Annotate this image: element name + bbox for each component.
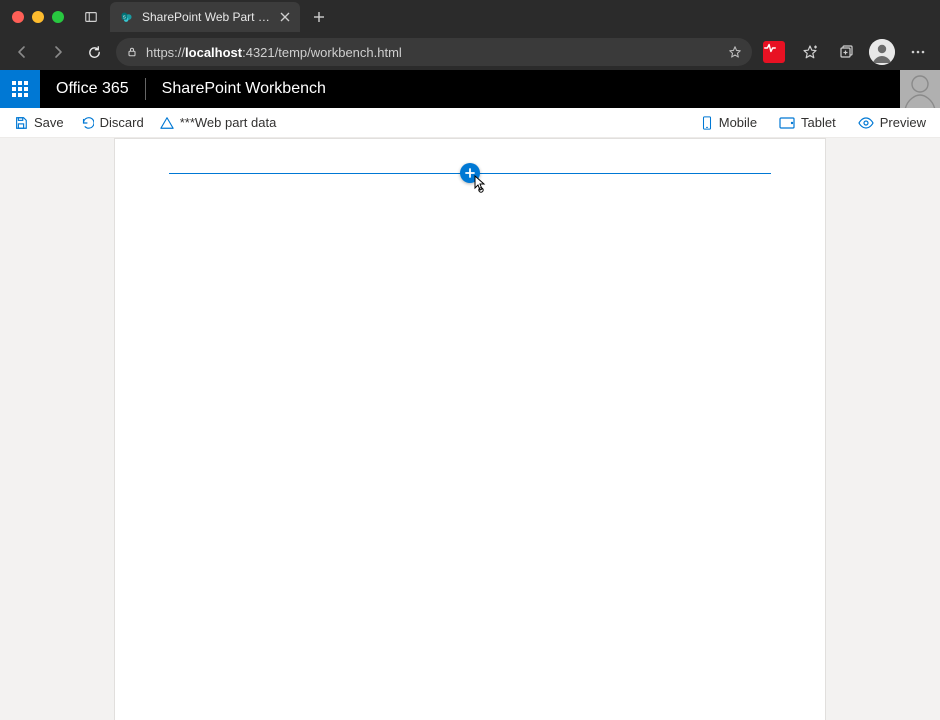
url-prefix: https:// [146,45,185,60]
preview-button[interactable]: Preview [854,113,930,132]
webpartdata-label: ***Web part data [180,115,277,130]
tab-actions-button[interactable] [78,4,104,30]
extension-button[interactable] [760,38,788,66]
user-tile[interactable] [900,70,940,108]
refresh-button[interactable] [80,38,108,66]
collections-button[interactable] [832,38,860,66]
favorite-button[interactable] [728,45,742,59]
brand-separator [145,78,146,100]
minimize-window-button[interactable] [32,11,44,23]
tablet-icon [779,116,795,130]
svg-text:S: S [123,14,126,19]
brand-secondary: SharePoint Workbench [162,80,326,98]
mobile-icon [701,116,713,130]
command-bar: Save Discard ***Web part data Mobile Tab… [0,108,940,138]
forward-button[interactable] [44,38,72,66]
url-host: localhost [185,45,242,60]
workbench-canvas [114,138,826,720]
url-text: https://localhost:4321/temp/workbench.ht… [146,45,402,60]
add-section-line [169,163,771,183]
back-button[interactable] [8,38,36,66]
mobile-label: Mobile [719,115,757,130]
waffle-icon [12,81,28,97]
save-label: Save [34,115,64,130]
pulse-icon [763,41,785,63]
discard-button[interactable]: Discard [76,113,148,132]
tab-strip: S SharePoint Web Part Workben [0,0,940,34]
window-controls [12,11,64,23]
preview-icon [858,116,874,130]
preview-label: Preview [880,115,926,130]
favorites-button[interactable] [796,38,824,66]
address-bar: https://localhost:4321/temp/workbench.ht… [0,34,940,70]
warning-icon [160,116,174,130]
webpartdata-button[interactable]: ***Web part data [156,113,281,132]
brand-area: Office 365 SharePoint Workbench [40,70,342,108]
browser-tab[interactable]: S SharePoint Web Part Workben [110,2,300,32]
avatar-icon [869,39,895,65]
tablet-label: Tablet [801,115,836,130]
more-button[interactable] [904,38,932,66]
app-launcher-button[interactable] [0,70,40,108]
undo-icon [80,116,94,130]
brand-primary: Office 365 [56,80,129,98]
save-button[interactable]: Save [10,113,68,132]
close-window-button[interactable] [12,11,24,23]
sharepoint-header: Office 365 SharePoint Workbench [0,70,940,108]
url-rest: :4321/temp/workbench.html [242,45,402,60]
profile-button[interactable] [868,38,896,66]
sharepoint-favicon-icon: S [120,10,134,24]
maximize-window-button[interactable] [52,11,64,23]
discard-label: Discard [100,115,144,130]
mouse-cursor-icon [472,175,488,193]
user-icon [903,70,937,108]
tab-title: SharePoint Web Part Workben [142,10,272,24]
save-icon [14,116,28,130]
lock-icon [126,46,138,58]
tab-close-button[interactable] [280,12,290,22]
new-tab-button[interactable] [306,4,332,30]
tablet-button[interactable]: Tablet [775,113,840,132]
mobile-button[interactable]: Mobile [697,113,761,132]
url-box[interactable]: https://localhost:4321/temp/workbench.ht… [116,38,752,66]
